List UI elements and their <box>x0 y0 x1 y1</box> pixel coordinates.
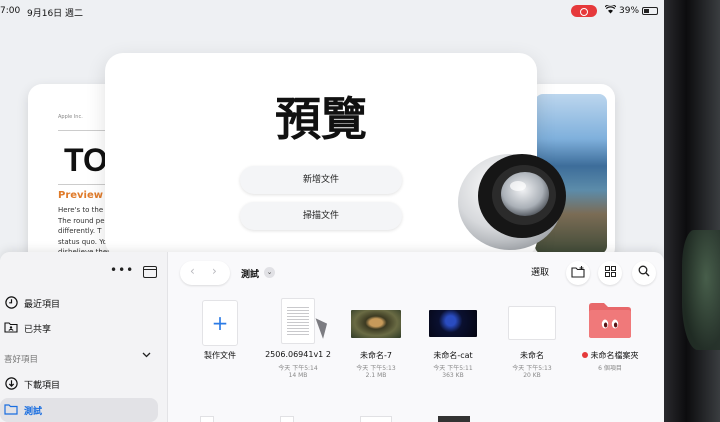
file-item[interactable]: 未命名-7 今天 下午5:13 2.1 MB <box>336 298 416 418</box>
plus-icon: + <box>202 300 238 346</box>
back-icon[interactable]: ‹ <box>190 264 195 278</box>
download-icon <box>4 377 18 391</box>
image-thumbnail <box>508 306 556 340</box>
status-date: 9月16日 週二 <box>27 9 84 19</box>
file-name: 2506.06941v1 2 <box>265 350 331 359</box>
sample-doc-title: TO <box>64 142 108 178</box>
search-icon[interactable] <box>632 261 656 285</box>
sidebar-toggle-icon[interactable] <box>143 266 157 278</box>
file-item-partial <box>200 416 214 422</box>
background-plant <box>682 230 720 350</box>
folder-count: 6 個項目 <box>598 365 622 372</box>
file-size: 14 MB <box>288 372 308 379</box>
app-title: 預覽 <box>275 92 367 146</box>
sidebar-item-recent[interactable]: 最近項目 <box>0 291 160 315</box>
shared-folder-icon <box>4 321 18 335</box>
files-sidebar: ••• 最近項目 已共享 喜好項目 下載項目 測試 <box>0 252 168 422</box>
sidebar-item-downloads[interactable]: 下載項目 <box>0 372 160 396</box>
screen-recording-icon[interactable] <box>571 5 597 17</box>
file-name: 未命名-7 <box>360 351 392 360</box>
sidebar-section-favorites[interactable]: 喜好項目 <box>0 347 160 371</box>
file-item-partial <box>438 416 470 422</box>
image-thumbnail <box>429 310 477 337</box>
battery-percent: 39% <box>619 6 640 16</box>
file-name: 未命名檔案夾 <box>570 350 650 361</box>
magnifier-icon <box>458 154 566 250</box>
battery-icon <box>642 7 658 15</box>
file-name: 未命名-cat <box>433 351 473 360</box>
wifi-icon <box>604 4 617 17</box>
folder-item[interactable]: 未命名檔案夾 6 個項目 <box>570 298 650 418</box>
sidebar-item-label: 測試 <box>24 407 43 417</box>
image-thumbnail <box>351 310 401 338</box>
sidebar-item-label: 已共享 <box>24 325 52 335</box>
sample-doc-heading: Preview <box>58 190 104 201</box>
folder-icon <box>589 303 631 338</box>
file-size: 363 KB <box>442 372 464 379</box>
sample-doc-company: Apple Inc. <box>58 114 83 120</box>
folder-icon <box>4 403 18 417</box>
file-name: 未命名 <box>520 351 544 360</box>
files-toolbar: ‹ › 測試 ⌄ 選取 <box>168 252 664 292</box>
file-item[interactable]: 2506.06941v1 2 今天 下午5:14 14 MB <box>258 298 338 418</box>
file-name: 製作文件 <box>204 351 236 360</box>
select-button[interactable]: 選取 <box>518 263 562 283</box>
new-folder-icon[interactable] <box>566 261 590 285</box>
status-bar: 7:00 9月16日 週二 39% <box>0 0 664 22</box>
sidebar-item-shared[interactable]: 已共享 <box>0 316 160 340</box>
red-tag-icon <box>581 352 588 358</box>
file-item-partial <box>280 416 294 422</box>
file-date: 今天 下午5:11 <box>433 365 473 372</box>
folder-title: 測試 <box>241 270 260 280</box>
sidebar-item-label: 最近項目 <box>24 300 61 310</box>
sidebar-item-label: 下載項目 <box>24 381 61 391</box>
status-time: 7:00 <box>0 6 21 16</box>
section-label: 喜好項目 <box>4 355 39 365</box>
file-date: 今天 下午5:14 <box>278 365 318 372</box>
file-item-partial <box>360 416 392 422</box>
sidebar-item-test[interactable]: 測試 <box>0 398 158 422</box>
folder-name: 未命名檔案夾 <box>590 351 639 360</box>
file-date: 今天 下午5:13 <box>512 365 552 372</box>
forward-icon[interactable]: › <box>212 264 217 278</box>
file-item[interactable]: 未命名 今天 下午5:13 20 KB <box>492 298 572 418</box>
navigation-controls: ‹ › <box>180 261 230 285</box>
scan-document-button[interactable]: 掃描文件 <box>240 202 402 230</box>
file-date: 今天 下午5:13 <box>356 365 396 372</box>
grid-view-icon[interactable] <box>598 261 622 285</box>
create-document-item[interactable]: + 製作文件 <box>180 298 260 418</box>
files-browser-sheet: ••• 最近項目 已共享 喜好項目 下載項目 測試 ‹ › 測試 ⌄ 選取 + … <box>0 252 664 422</box>
chevron-down-icon[interactable] <box>142 351 151 361</box>
clock-icon <box>4 296 18 310</box>
new-document-button[interactable]: 新增文件 <box>240 166 402 194</box>
more-icon[interactable]: ••• <box>110 263 134 277</box>
pdf-thumbnail <box>281 298 315 344</box>
file-size: 20 KB <box>523 372 541 379</box>
file-item[interactable]: 未命名-cat 今天 下午5:11 363 KB <box>413 298 493 418</box>
ipad-screen: 7:00 9月16日 週二 39% Apple Inc. TO Preview … <box>0 0 664 422</box>
device-bezel <box>664 0 720 422</box>
file-size: 2.1 MB <box>365 372 387 379</box>
chevron-down-icon[interactable]: ⌄ <box>264 267 275 278</box>
